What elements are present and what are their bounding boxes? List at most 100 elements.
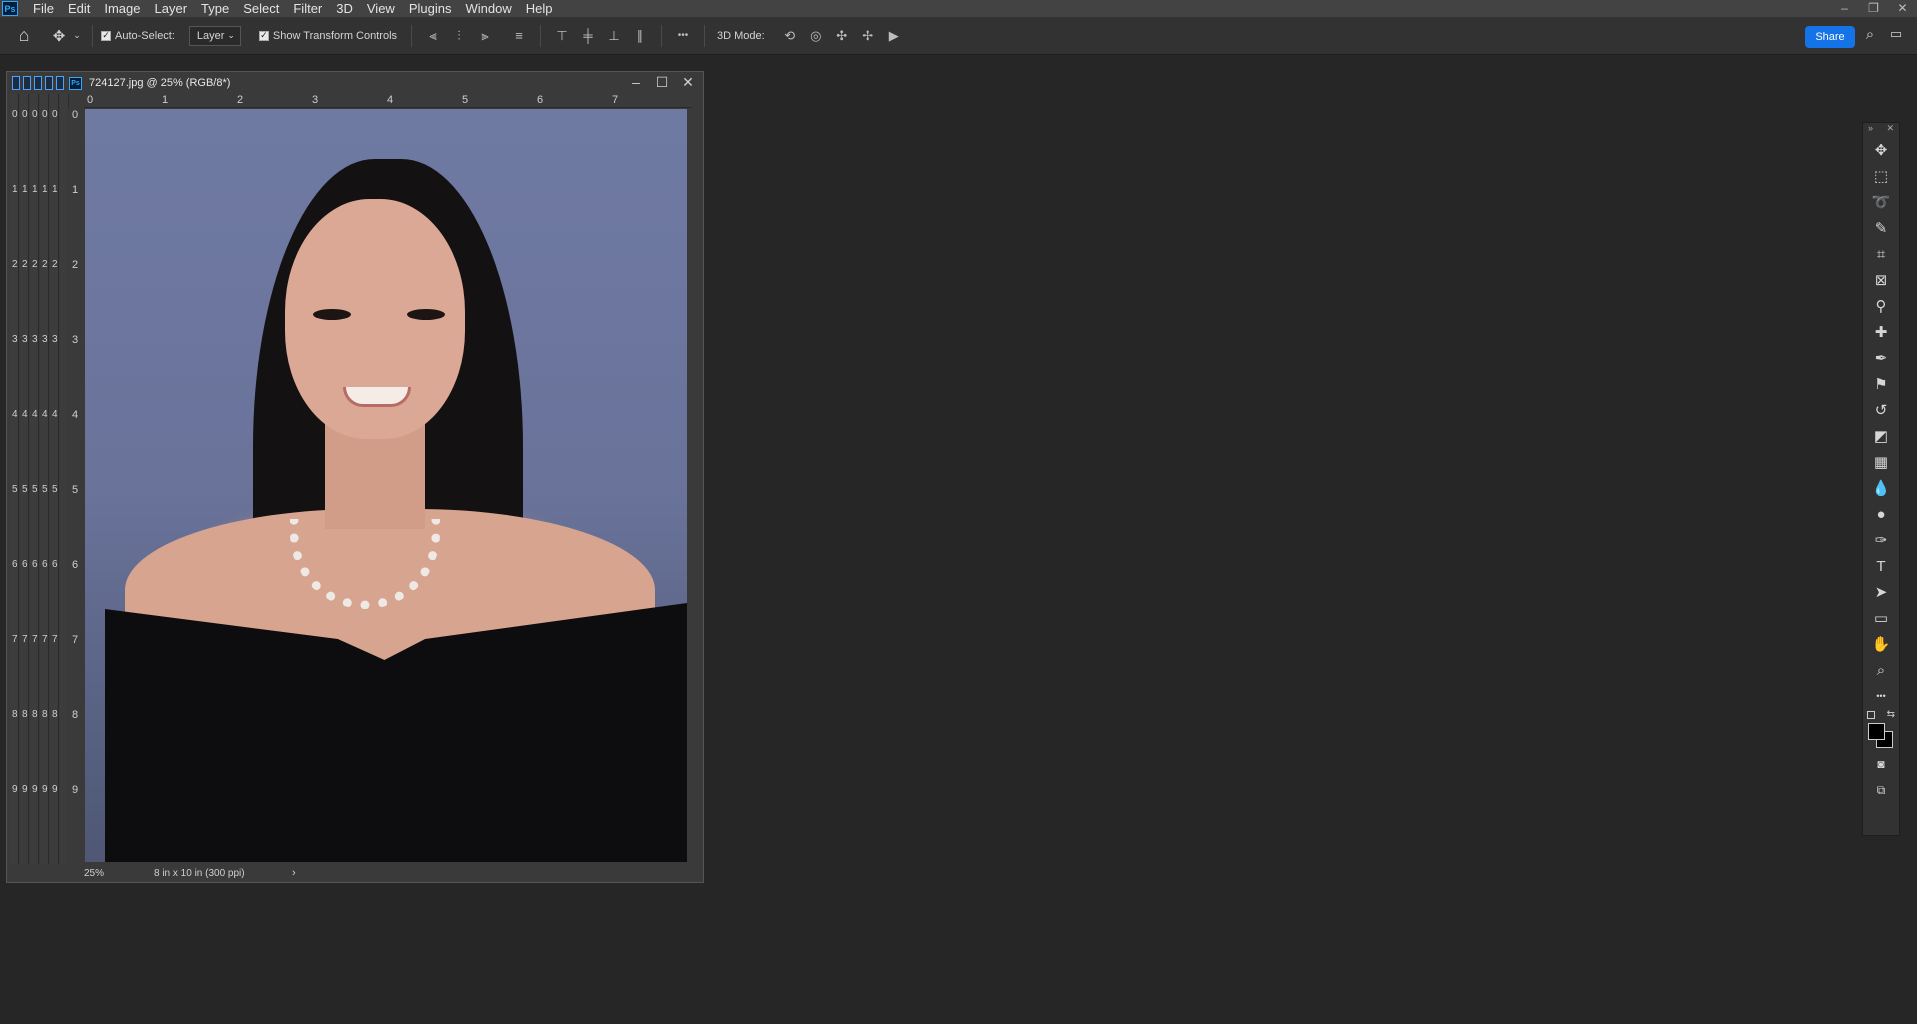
more-options-icon[interactable]: •••: [670, 30, 696, 41]
orbit-3d-icon[interactable]: ⟲: [777, 28, 803, 44]
close-icon[interactable]: ✕: [1888, 0, 1917, 17]
document-tab[interactable]: [56, 76, 64, 90]
ruler-label: 1: [162, 94, 169, 106]
align-middle-icon[interactable]: ╪: [575, 28, 601, 43]
slide-3d-icon[interactable]: ✢: [855, 28, 881, 44]
chevron-right-icon[interactable]: ›: [292, 867, 296, 879]
maximize-icon[interactable]: ☐: [655, 74, 669, 91]
menu-view[interactable]: View: [360, 1, 402, 16]
vertical-ruler: 0 1 2 3 4 5 6 7 8 9: [67, 108, 84, 864]
ruler-strip-label: 0: [52, 109, 58, 120]
roll-3d-icon[interactable]: ◎: [803, 28, 829, 44]
menu-plugins[interactable]: Plugins: [402, 1, 459, 16]
tools-panel-header: » ✕: [1863, 123, 1899, 137]
menu-help[interactable]: Help: [519, 1, 560, 16]
checkbox-checked-icon[interactable]: ✓: [258, 30, 269, 41]
ruler-strip-label: 4: [12, 409, 18, 420]
more-tools-icon[interactable]: •••: [1863, 683, 1899, 709]
menu-3d[interactable]: 3D: [329, 1, 360, 16]
crop-icon[interactable]: ⌗: [1863, 241, 1899, 267]
path-select-icon[interactable]: ➤: [1863, 579, 1899, 605]
align-center-icon[interactable]: ⫶: [446, 28, 472, 44]
blur-icon[interactable]: 💧: [1863, 475, 1899, 501]
menu-layer[interactable]: Layer: [148, 1, 195, 16]
ruler-strip-label: 6: [12, 559, 18, 570]
image-canvas[interactable]: [85, 109, 687, 862]
pen-icon[interactable]: ✑: [1863, 527, 1899, 553]
screen-mode-icon[interactable]: ⧉: [1863, 777, 1899, 803]
align-bottom-icon[interactable]: ⊥: [601, 28, 627, 44]
restore-icon[interactable]: ❐: [1859, 0, 1888, 17]
document-title[interactable]: 724127.jpg @ 25% (RGB/8*): [89, 77, 230, 89]
quick-mask-icon[interactable]: ◙: [1863, 751, 1899, 777]
chevron-down-icon: ⌄: [227, 30, 235, 40]
zoom-level[interactable]: 25%: [84, 868, 154, 879]
brush-icon[interactable]: ✒: [1863, 345, 1899, 371]
ruler-label: 5: [72, 484, 79, 496]
rectangle-icon[interactable]: ▭: [1863, 605, 1899, 631]
zoom-icon[interactable]: ⌕: [1863, 657, 1899, 683]
minimize-icon[interactable]: –: [629, 74, 643, 91]
history-brush-icon[interactable]: ↺: [1863, 397, 1899, 423]
menu-file[interactable]: File: [26, 1, 61, 16]
hand-icon[interactable]: ✋: [1863, 631, 1899, 657]
video-camera-icon[interactable]: ▶: [881, 28, 907, 44]
ruler-strip-label: 9: [42, 784, 48, 795]
home-icon[interactable]: ⌂: [0, 25, 48, 46]
close-icon[interactable]: ✕: [1886, 123, 1894, 137]
foreground-color[interactable]: [1868, 723, 1885, 740]
move-icon[interactable]: ✥: [1863, 137, 1899, 163]
document-tab[interactable]: [45, 76, 53, 90]
document-tab[interactable]: [12, 76, 20, 90]
chevron-down-icon[interactable]: ⌄: [70, 30, 84, 41]
align-right-icon[interactable]: ⫸: [472, 28, 498, 44]
quick-select-icon[interactable]: ✎: [1863, 215, 1899, 241]
share-button[interactable]: Share: [1805, 26, 1855, 48]
search-icon[interactable]: ⌕: [1859, 26, 1881, 43]
ruler-label: 2: [72, 259, 79, 271]
eraser-icon[interactable]: ◩: [1863, 423, 1899, 449]
menu-image[interactable]: Image: [97, 1, 147, 16]
document-window: Ps 724127.jpg @ 25% (RGB/8*) – ☐ ✕ 00000…: [6, 71, 704, 883]
pan-3d-icon[interactable]: ✣: [829, 28, 855, 44]
default-colors-icon[interactable]: [1867, 711, 1875, 719]
dodge-icon[interactable]: ●: [1863, 501, 1899, 527]
menu-type[interactable]: Type: [194, 1, 236, 16]
collapse-icon[interactable]: »: [1868, 123, 1873, 137]
ruler-strip-label: 2: [52, 259, 58, 270]
frame-icon[interactable]: ⊠: [1863, 267, 1899, 293]
lasso-icon[interactable]: ➰: [1863, 189, 1899, 215]
marquee-icon[interactable]: ⬚: [1863, 163, 1899, 189]
ruler-strip-label: 5: [32, 484, 38, 495]
document-tab[interactable]: [23, 76, 31, 90]
healing-icon[interactable]: ✚: [1863, 319, 1899, 345]
ruler-strip-label: 6: [22, 559, 28, 570]
eyedropper-icon[interactable]: ⚲: [1863, 293, 1899, 319]
ruler-strip-label: 4: [22, 409, 28, 420]
ruler-strip-label: 4: [32, 409, 38, 420]
menu-window[interactable]: Window: [458, 1, 518, 16]
menu-filter[interactable]: Filter: [286, 1, 329, 16]
menu-select[interactable]: Select: [236, 1, 286, 16]
align-top-icon[interactable]: ⊤: [549, 28, 575, 44]
auto-select-checkbox[interactable]: ✓ Auto-Select:: [101, 30, 175, 42]
distribute-vertical-icon[interactable]: ∥: [627, 28, 653, 44]
distribute-icon[interactable]: ≡: [506, 28, 532, 43]
status-bar: 25% 8 in x 10 in (300 ppi) ›: [84, 864, 694, 882]
document-tab[interactable]: [34, 76, 42, 90]
close-icon[interactable]: ✕: [681, 74, 695, 91]
menu-edit[interactable]: Edit: [61, 1, 97, 16]
minimize-icon[interactable]: –: [1830, 0, 1859, 17]
stamp-icon[interactable]: ⚑: [1863, 371, 1899, 397]
ruler-strip-label: 2: [22, 259, 28, 270]
align-left-icon[interactable]: ⫷: [420, 28, 446, 44]
workspace-icon[interactable]: ▭: [1883, 26, 1909, 42]
swap-colors-icon[interactable]: ⇆: [1887, 709, 1895, 720]
checkbox-checked-icon[interactable]: ✓: [101, 30, 111, 41]
ruler-strip-label: 4: [52, 409, 58, 420]
auto-select-target-dropdown[interactable]: Layer ⌄: [188, 25, 241, 46]
gradient-icon[interactable]: ▦: [1863, 449, 1899, 475]
show-transform-checkbox[interactable]: ✓ Show Transform Controls: [258, 30, 397, 42]
move-tool-icon[interactable]: ✥: [48, 27, 70, 45]
type-icon[interactable]: T: [1863, 553, 1899, 579]
